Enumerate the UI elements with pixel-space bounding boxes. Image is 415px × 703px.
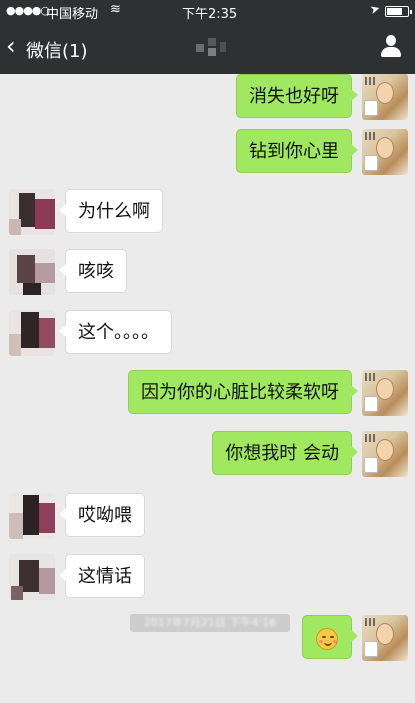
chat-area[interactable]: 消失也好呀 钻到你心里 为什么啊 咳咳 这个。。。。 因为你的心脏比较柔软呀 你… bbox=[0, 74, 415, 703]
chevron-left-icon[interactable]: ‹ bbox=[6, 32, 16, 60]
message-bubble-sent-emoji[interactable] bbox=[302, 615, 358, 659]
avatar[interactable] bbox=[362, 74, 408, 120]
avatar[interactable] bbox=[9, 493, 55, 539]
message-bubble-received[interactable]: 这情话 bbox=[59, 554, 145, 598]
timestamp-text: 2017年7月21日 下午4:16 bbox=[143, 616, 277, 629]
message-bubble-received[interactable]: 哎呦喂 bbox=[59, 493, 145, 537]
battery-level bbox=[387, 8, 403, 15]
avatar[interactable] bbox=[9, 249, 55, 295]
avatar[interactable] bbox=[9, 554, 55, 600]
nav-bar: ‹ 微信(1) bbox=[0, 22, 415, 74]
wifi-icon: ≋ bbox=[110, 2, 121, 17]
back-button[interactable]: 微信(1) bbox=[26, 37, 88, 63]
contact-name-pixelated bbox=[190, 36, 240, 58]
signal-strength: ●●●●○ bbox=[6, 4, 50, 17]
smiling-blush-emoji-icon bbox=[316, 628, 338, 650]
person-icon[interactable] bbox=[380, 35, 402, 59]
avatar[interactable] bbox=[362, 431, 408, 477]
message-bubble-sent[interactable]: 你想我时 会动 bbox=[212, 431, 358, 475]
avatar[interactable] bbox=[362, 370, 408, 416]
battery-icon bbox=[385, 6, 412, 17]
avatar[interactable] bbox=[9, 310, 55, 356]
avatar[interactable] bbox=[362, 615, 408, 661]
message-bubble-sent[interactable]: 消失也好呀 bbox=[236, 74, 358, 118]
message-bubble-received[interactable]: 为什么啊 bbox=[59, 189, 163, 233]
message-timestamp: 2017年7月21日 下午4:16 bbox=[130, 614, 290, 632]
message-bubble-received[interactable]: 这个。。。。 bbox=[59, 310, 172, 354]
location-arrow-icon: ➤ bbox=[368, 0, 382, 18]
carrier-name: 中国移动 bbox=[46, 7, 99, 22]
status-time: 下午2:35 bbox=[182, 7, 238, 22]
message-bubble-sent[interactable]: 钻到你心里 bbox=[236, 129, 358, 173]
status-bar: ●●●●○ 中国移动 ≋ 下午2:35 ➤ bbox=[0, 0, 415, 22]
message-bubble-received[interactable]: 咳咳 bbox=[59, 249, 127, 293]
avatar[interactable] bbox=[9, 189, 55, 235]
message-bubble-sent[interactable]: 因为你的心脏比较柔软呀 bbox=[128, 370, 358, 414]
avatar[interactable] bbox=[362, 129, 408, 175]
